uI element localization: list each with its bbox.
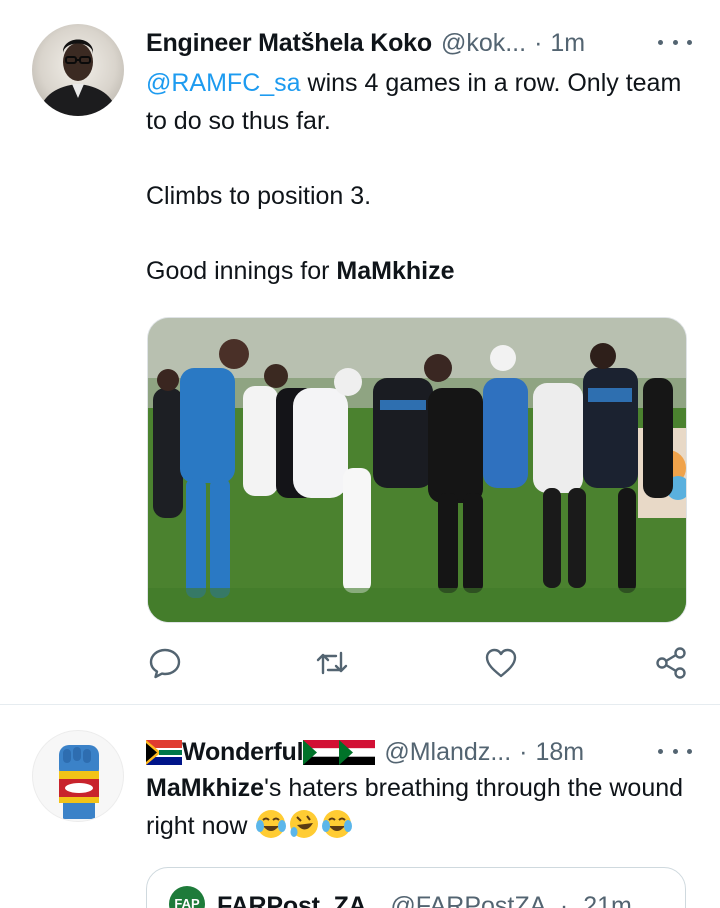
like-icon[interactable] [483,645,519,681]
person-avatar-image [38,39,118,116]
sudan-flag-icon [339,739,376,765]
south-africa-flag-icon [146,739,182,765]
bold-name: MaMkhize [146,774,265,802]
tweet-paragraph-2: Climbs to position 3. [146,181,372,210]
photo-image [148,318,686,622]
tweet-text: MaMkhize's haters breathing through the … [146,770,690,845]
more-options-icon[interactable] [658,31,692,53]
raised-fist-flag-avatar [59,745,99,819]
quote-timestamp[interactable]: 21m [583,892,632,908]
handle[interactable]: @Mlandz... [384,738,511,767]
tweet-header: Wonderful @Mlandz... · 18m [146,732,692,772]
avatar[interactable] [32,24,124,116]
separator-dot: · [559,892,569,908]
share-icon[interactable] [653,645,689,681]
quote-display-name[interactable]: FARPost_ZA [217,892,367,908]
retweet-icon[interactable] [314,645,350,681]
tweet-wonderful[interactable]: Wonderful @Mlandz... · 18m MaMkhize's ha… [0,706,720,908]
more-options-icon[interactable] [658,740,692,762]
tweet-koko[interactable]: Engineer Matšhela Koko @kok... · 1m @RAM… [0,0,720,705]
team-celebration-photo[interactable] [147,317,687,623]
tweet-text: @RAMFC_sa wins 4 games in a row. Only te… [146,65,690,290]
tweet-paragraph-1: @RAMFC_sa wins 4 games in a row. Only te… [146,65,690,140]
timestamp[interactable]: 18m [535,738,584,767]
reply-icon[interactable] [147,645,183,681]
separator-dot: · [519,737,528,766]
display-name[interactable]: Engineer Matšhela Koko [146,29,432,58]
tweet-header: Engineer Matšhela Koko @kok... · 1m [146,23,692,63]
tweet-text-prefix: Good innings for [146,256,337,285]
avatar[interactable] [32,730,124,822]
quoted-tweet[interactable]: FAP FARPost_ZA @FARPostZA · 21m [146,867,686,908]
quote-avatar[interactable]: FAP [169,886,205,908]
display-name[interactable]: Wonderful [182,738,304,767]
tweet-actions [147,645,692,681]
rolling-on-floor-laughing-icon [290,809,319,838]
handle[interactable]: @kok... [441,29,526,58]
separator-dot: · [534,28,543,57]
mention-link[interactable]: @RAMFC_sa [146,69,301,97]
bold-name: MaMkhize [336,256,455,285]
tweet-paragraph-3: Good innings for MaMkhize [146,253,690,291]
timestamp[interactable]: 1m [550,29,585,58]
sudan-flag-icon [303,739,340,765]
quote-header: FARPost_ZA @FARPostZA · 21m [217,892,632,908]
quote-handle[interactable]: @FARPostZA [390,892,545,908]
face-with-tears-of-joy-icon [322,809,353,838]
face-with-tears-of-joy-icon [256,809,287,838]
